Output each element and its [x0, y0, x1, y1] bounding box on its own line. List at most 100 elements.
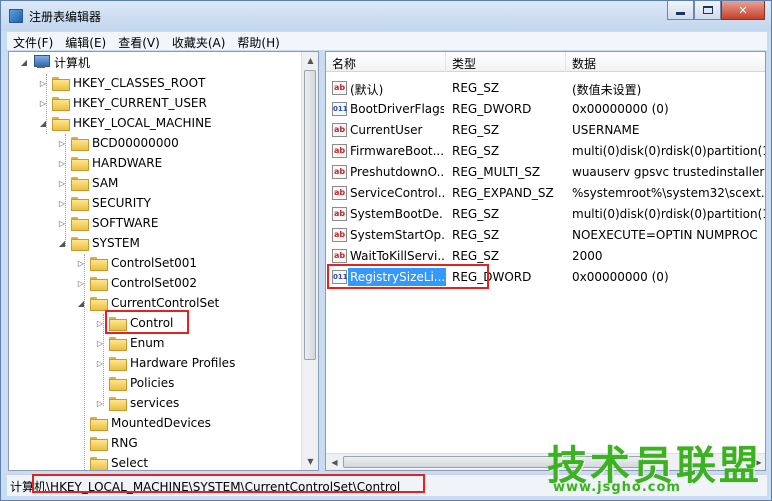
tree-item-label: SAM: [92, 176, 119, 190]
window-controls: ✕: [667, 1, 765, 21]
tree-item-hardware[interactable]: ▷ HARDWARE: [57, 153, 162, 173]
scroll-left-icon[interactable]: ◀: [326, 454, 343, 470]
list-horizontal-scrollbar[interactable]: ◀ ▶: [326, 453, 765, 470]
tree-item-currentcontrolset[interactable]: ◢ CurrentControlSet: [76, 293, 219, 313]
tree-item-hklm[interactable]: ◢ HKEY_LOCAL_MACHINE: [38, 113, 212, 133]
tree-item-services[interactable]: ▷ services: [95, 393, 179, 413]
list-item[interactable]: ab FirmwareBoot... REG_SZ multi(0)disk(0…: [326, 141, 765, 162]
folder-icon: [52, 117, 70, 131]
reg-sz-icon: ab: [332, 144, 347, 158]
expand-icon[interactable]: ▷: [95, 338, 105, 348]
collapse-icon[interactable]: ◢: [38, 118, 48, 128]
expand-icon[interactable]: ▷: [95, 398, 105, 408]
expand-icon[interactable]: ▷: [76, 278, 86, 288]
collapse-icon[interactable]: ◢: [57, 238, 67, 248]
reg-sz-icon: ab: [332, 207, 347, 221]
tree-item-sam[interactable]: ▷ SAM: [57, 173, 118, 193]
scroll-thumb[interactable]: [304, 70, 316, 360]
list-item[interactable]: ab (默认) REG_SZ (数值未设置): [326, 78, 765, 99]
menu-bar: 文件(F) 编辑(E) 查看(V) 收藏夹(A) 帮助(H): [7, 32, 767, 50]
tree-item-label: MountedDevices: [111, 416, 211, 430]
expand-icon[interactable]: ▷: [76, 258, 86, 268]
value-type: REG_SZ: [452, 81, 500, 95]
tree-item-bcd[interactable]: ▷ BCD00000000: [57, 133, 179, 153]
list-item[interactable]: ab SystemBootDe... REG_SZ multi(0)disk(0…: [326, 204, 765, 225]
maximize-button[interactable]: [694, 1, 721, 20]
value-data: %systemroot%\system32\scext.d: [572, 186, 766, 200]
tree-vertical-scrollbar[interactable]: ▲ ▼: [301, 52, 318, 470]
folder-icon: [71, 177, 89, 191]
tree-item-control[interactable]: ▷ Control: [95, 313, 173, 333]
reg-sz-icon: ab: [332, 186, 347, 200]
tree-item-controlset001[interactable]: ▷ ControlSet001: [76, 253, 197, 273]
value-type: REG_SZ: [452, 228, 500, 242]
list-item[interactable]: 011 BootDriverFlags REG_DWORD 0x00000000…: [326, 99, 765, 120]
expand-icon[interactable]: ▷: [95, 358, 105, 368]
registry-tree[interactable]: ◢ 计算机 ▷ HKEY_CLASSES_ROOT ▷ HKEY_CURRENT…: [8, 51, 319, 471]
expand-icon[interactable]: ▷: [57, 178, 67, 188]
list-item[interactable]: ab PreshutdownO... REG_MULTI_SZ wuauserv…: [326, 162, 765, 183]
tree-item-rng[interactable]: RNG: [90, 433, 138, 453]
expand-icon[interactable]: ▷: [38, 78, 48, 88]
minimize-button[interactable]: [667, 1, 694, 20]
list-item[interactable]: ab WaitToKillServi... REG_SZ 2000: [326, 246, 765, 267]
expand-icon[interactable]: ▷: [57, 198, 67, 208]
value-data: wuauserv gpsvc trustedinstaller: [572, 165, 765, 179]
folder-icon: [109, 317, 127, 331]
tree-item-enum[interactable]: ▷ Enum: [95, 333, 164, 353]
list-item-selected[interactable]: 011 RegistrySizeLi... REG_DWORD 0x000000…: [326, 267, 765, 288]
tree-item-mounted-devices[interactable]: MountedDevices: [90, 413, 211, 433]
tree-item-label: SECURITY: [92, 196, 151, 210]
scroll-up-icon[interactable]: ▲: [302, 52, 318, 69]
scroll-down-icon[interactable]: ▼: [302, 453, 318, 470]
value-name: BootDriverFlags: [350, 102, 444, 116]
collapse-icon[interactable]: ◢: [19, 57, 29, 67]
list-item[interactable]: ab SystemStartOp... REG_SZ NOEXECUTE=OPT…: [326, 225, 765, 246]
tree-item-hkcu[interactable]: ▷ HKEY_CURRENT_USER: [38, 93, 207, 113]
title-bar[interactable]: 注册表编辑器 ✕: [1, 1, 771, 31]
folder-icon: [71, 237, 89, 251]
tree-item-software[interactable]: ▷ SOFTWARE: [57, 213, 158, 233]
column-header-type[interactable]: 类型: [446, 52, 566, 72]
value-name[interactable]: RegistrySizeLi...: [348, 268, 446, 286]
window-title: 注册表编辑器: [29, 10, 102, 24]
collapse-icon[interactable]: ◢: [76, 298, 86, 308]
tree-item-security[interactable]: ▷ SECURITY: [57, 193, 151, 213]
values-list[interactable]: 名称 类型 数据 ab (默认) REG_SZ (数值未设置) 011 Boot…: [325, 51, 766, 471]
menu-help[interactable]: 帮助(H): [231, 32, 285, 50]
column-header-data[interactable]: 数据: [566, 52, 765, 72]
tree-item-system[interactable]: ◢ SYSTEM: [57, 233, 140, 253]
folder-icon: [90, 277, 108, 291]
folder-icon: [90, 417, 108, 431]
expand-icon[interactable]: ▷: [57, 158, 67, 168]
close-button[interactable]: ✕: [721, 1, 765, 20]
minimize-icon: [676, 11, 685, 15]
folder-icon: [71, 137, 89, 151]
list-header: 名称 类型 数据: [326, 52, 765, 72]
tree-item-computer[interactable]: ◢ 计算机: [19, 52, 90, 72]
expand-icon[interactable]: ▷: [38, 98, 48, 108]
scroll-thumb[interactable]: [343, 456, 643, 468]
menu-view[interactable]: 查看(V): [112, 32, 166, 50]
expand-icon[interactable]: ▷: [95, 318, 105, 328]
tree-item-controlset002[interactable]: ▷ ControlSet002: [76, 273, 197, 293]
folder-icon: [109, 357, 127, 371]
column-header-name[interactable]: 名称: [326, 52, 446, 72]
expand-icon[interactable]: ▷: [57, 218, 67, 228]
value-type: REG_SZ: [452, 123, 500, 137]
scroll-right-icon[interactable]: ▶: [750, 454, 765, 470]
tree-item-label: ControlSet001: [111, 256, 197, 270]
tree-item-label: RNG: [111, 436, 138, 450]
value-type: REG_DWORD: [452, 102, 532, 116]
tree-item-policies[interactable]: Policies: [109, 373, 174, 393]
menu-edit[interactable]: 编辑(E): [59, 32, 112, 50]
folder-icon: [71, 217, 89, 231]
menu-favorites[interactable]: 收藏夹(A): [166, 32, 232, 50]
tree-item-hardware-profiles[interactable]: ▷ Hardware Profiles: [95, 353, 235, 373]
tree-item-select[interactable]: Select: [90, 453, 148, 470]
expand-icon[interactable]: ▷: [57, 138, 67, 148]
tree-item-hkcr[interactable]: ▷ HKEY_CLASSES_ROOT: [38, 73, 205, 93]
menu-file[interactable]: 文件(F): [7, 32, 59, 50]
list-item[interactable]: ab ServiceControl... REG_EXPAND_SZ %syst…: [326, 183, 766, 204]
list-item[interactable]: ab CurrentUser REG_SZ USERNAME: [326, 120, 765, 141]
